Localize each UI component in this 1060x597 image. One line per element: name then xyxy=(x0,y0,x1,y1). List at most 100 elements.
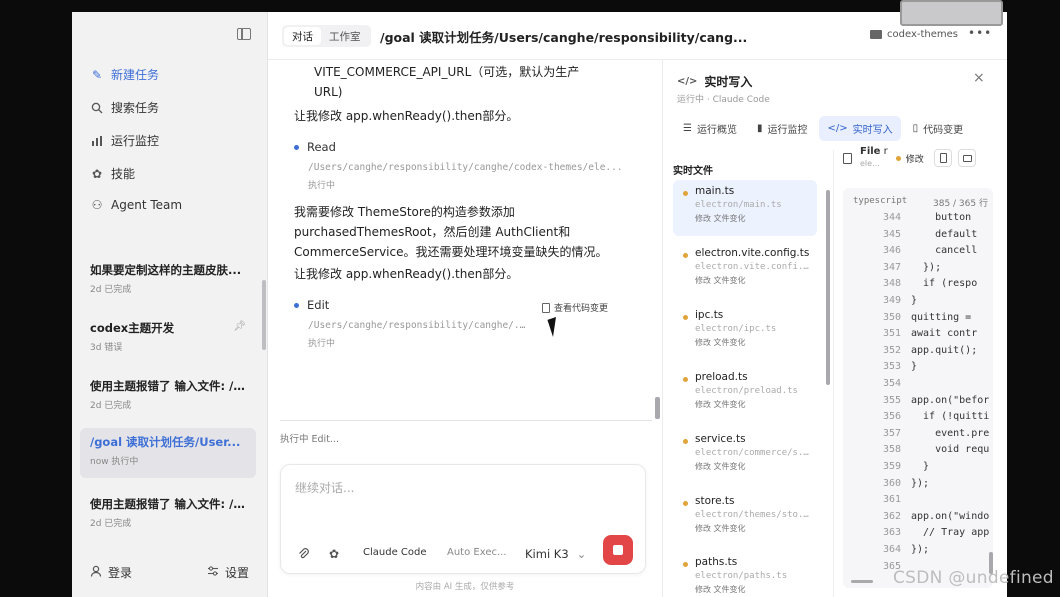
plugin-icon[interactable]: ✿ xyxy=(329,547,339,561)
user-icon xyxy=(90,565,102,580)
status-dot xyxy=(683,315,688,320)
panel-title: </> 实时写入 xyxy=(677,73,752,90)
login-button[interactable]: 登录 xyxy=(90,564,132,581)
status-dot xyxy=(683,501,688,506)
nav-label: 技能 xyxy=(111,167,136,181)
code-icon: </> xyxy=(677,76,698,87)
edit-icon: ✎ xyxy=(91,67,103,82)
bar-chart-icon: ▮ xyxy=(756,123,763,134)
task-meta: 2d 已完成 xyxy=(90,401,132,411)
code-text: }); xyxy=(911,261,942,273)
tab-label: 运行监控 xyxy=(767,125,808,136)
code-line: 359 } xyxy=(843,461,929,478)
nav-label: 新建任务 xyxy=(111,68,160,82)
task-meta: 2d 已完成 xyxy=(90,519,132,529)
nav-agent-team[interactable]: ⚇ Agent Team xyxy=(90,198,182,212)
tab-chat[interactable]: 对话 xyxy=(284,27,321,45)
document-icon: ▯ xyxy=(912,123,919,134)
file-list-scrollbar[interactable] xyxy=(826,190,830,385)
line-number: 350 xyxy=(882,311,901,323)
attach-icon[interactable] xyxy=(297,547,310,560)
tab-workspace[interactable]: 工作室 xyxy=(321,27,369,45)
code-line: 347 }); xyxy=(843,262,941,279)
task-item-active[interactable]: /goal 读取计划任务/User... now 执行中 xyxy=(80,428,256,478)
tab-live-write[interactable]: </> 实时写入 xyxy=(819,116,901,141)
code-text: }); xyxy=(911,544,930,555)
line-number: 348 xyxy=(882,278,901,290)
more-icon[interactable]: ••• xyxy=(968,26,992,40)
line-number: 358 xyxy=(882,444,901,456)
line-number: 364 xyxy=(882,544,901,555)
tool-call-read[interactable]: Read xyxy=(294,140,336,154)
sidebar-toggle-icon[interactable] xyxy=(237,28,251,40)
list-icon: ☰ xyxy=(683,123,692,134)
pin-icon[interactable]: 📌︎ xyxy=(233,321,246,332)
code-text: // Tray app xyxy=(911,527,990,539)
file-item[interactable]: electron.vite.config.ts electron.vite.con… xyxy=(673,242,817,298)
nav-label: 搜索任务 xyxy=(111,101,160,115)
file-name: main.ts xyxy=(695,185,735,197)
task-item[interactable]: 使用主题报错了 输入文件: /... 2d 已完成 xyxy=(80,490,256,535)
file-item[interactable]: paths.ts electron/paths.ts 修改 文件变化 xyxy=(673,551,817,597)
code-line: 362 app.on("windo xyxy=(843,511,989,528)
line-number: 352 xyxy=(882,344,901,356)
chat-scrollbar[interactable] xyxy=(655,397,660,419)
stop-button[interactable] xyxy=(603,535,633,565)
tool-status: 执行中 xyxy=(308,339,336,349)
copy-icon[interactable] xyxy=(933,149,952,167)
line-number: 357 xyxy=(882,427,901,439)
tab-label: 代码变更 xyxy=(923,125,964,136)
file-path: electron/commerce/s... xyxy=(695,448,813,458)
code-line: 356 if (!quitti xyxy=(843,411,989,428)
sliders-icon xyxy=(207,565,219,580)
divider xyxy=(833,150,834,597)
line-number: 354 xyxy=(882,378,901,389)
disclaimer: 内容由 AI 生成，仅供参考 xyxy=(415,582,515,592)
tab-run-monitor[interactable]: ▮ 运行监控 xyxy=(749,116,816,141)
nav-run-monitor[interactable]: 运行监控 xyxy=(90,132,159,149)
live-write-panel: </> 实时写入 运行中 · Claude Code × ☰ 运行概览 ▮ 运行监控… xyxy=(662,60,1007,597)
line-number: 355 xyxy=(882,394,901,406)
project-folder[interactable]: codex-themes xyxy=(870,29,958,40)
code-text: button xyxy=(911,212,972,223)
model-selector[interactable]: Kimi K3 ⌄ xyxy=(525,547,586,561)
file-name: store.ts xyxy=(695,495,735,507)
auto-exec-toggle[interactable]: Auto Exec... xyxy=(447,547,507,558)
settings-button[interactable]: 设置 xyxy=(207,564,249,581)
agent-selector[interactable]: Claude Code xyxy=(363,547,427,558)
code-line: 344 button xyxy=(843,212,971,229)
app-window: ✎ 新建任务 搜索任务 运行监控 ✿ 技能 ⚇ Agent Team 如果要定制… xyxy=(72,12,1007,597)
tab-code-changes[interactable]: ▯ 代码变更 xyxy=(905,116,972,141)
file-item[interactable]: service.ts electron/commerce/s... 修改 文件变化 xyxy=(673,428,817,484)
line-number: 349 xyxy=(882,295,901,306)
nav-new-task[interactable]: ✎ 新建任务 xyxy=(90,66,159,83)
code-hscrollbar[interactable] xyxy=(851,580,873,583)
chevron-down-icon: ⌄ xyxy=(576,547,587,561)
running-status: 执行中 Edit... xyxy=(280,434,339,445)
screenshot-thumbnail xyxy=(900,0,1003,26)
nav-search-task[interactable]: 搜索任务 xyxy=(90,99,159,116)
task-item[interactable]: 使用主题报错了 输入文件: /... 2d 已完成 xyxy=(80,372,256,417)
message-input[interactable]: 继续对话... xyxy=(295,479,354,496)
code-text: if (!quitti xyxy=(911,411,990,423)
file-item[interactable]: preload.ts electron/preload.ts 修改 文件变化 xyxy=(673,366,817,422)
view-code-changes-button[interactable]: 查看代码变更 xyxy=(536,298,614,317)
file-item[interactable]: store.ts electron/themes/sto... 修改 文件变化 xyxy=(673,490,817,546)
close-icon[interactable]: × xyxy=(973,70,985,86)
file-item[interactable]: ipc.ts electron/ipc.ts 修改 文件变化 xyxy=(673,304,817,360)
top-bar: 对话 工作室 /goal 读取计划任务/Users/canghe/respons… xyxy=(268,12,1007,60)
tool-path: /Users/canghe/responsibility/canghe/code… xyxy=(308,162,623,173)
nav-skills[interactable]: ✿ 技能 xyxy=(90,165,135,182)
file-item-active[interactable]: main.ts electron/main.ts 修改 文件变化 xyxy=(673,180,817,236)
code-line: 364}); xyxy=(843,544,929,561)
file-path: electron.vite.confi... xyxy=(695,262,813,272)
task-item[interactable]: codex主题开发 3d 错误 📌︎ xyxy=(80,314,256,359)
chat-text: VITE_COMMERCE_API_URL（可选，默认为生产 xyxy=(314,65,580,79)
button-label: 查看代码变更 xyxy=(554,304,609,314)
folder-open-icon[interactable] xyxy=(957,149,976,167)
code-line: 358 void requ xyxy=(843,444,989,461)
tool-call-edit[interactable]: Edit xyxy=(294,298,329,312)
tab-run-overview[interactable]: ☰ 运行概览 xyxy=(675,116,745,141)
task-item[interactable]: 如果要定制这样的主题皮肤... 2d 已完成 xyxy=(80,256,256,301)
sidebar-scrollbar[interactable] xyxy=(262,280,266,350)
